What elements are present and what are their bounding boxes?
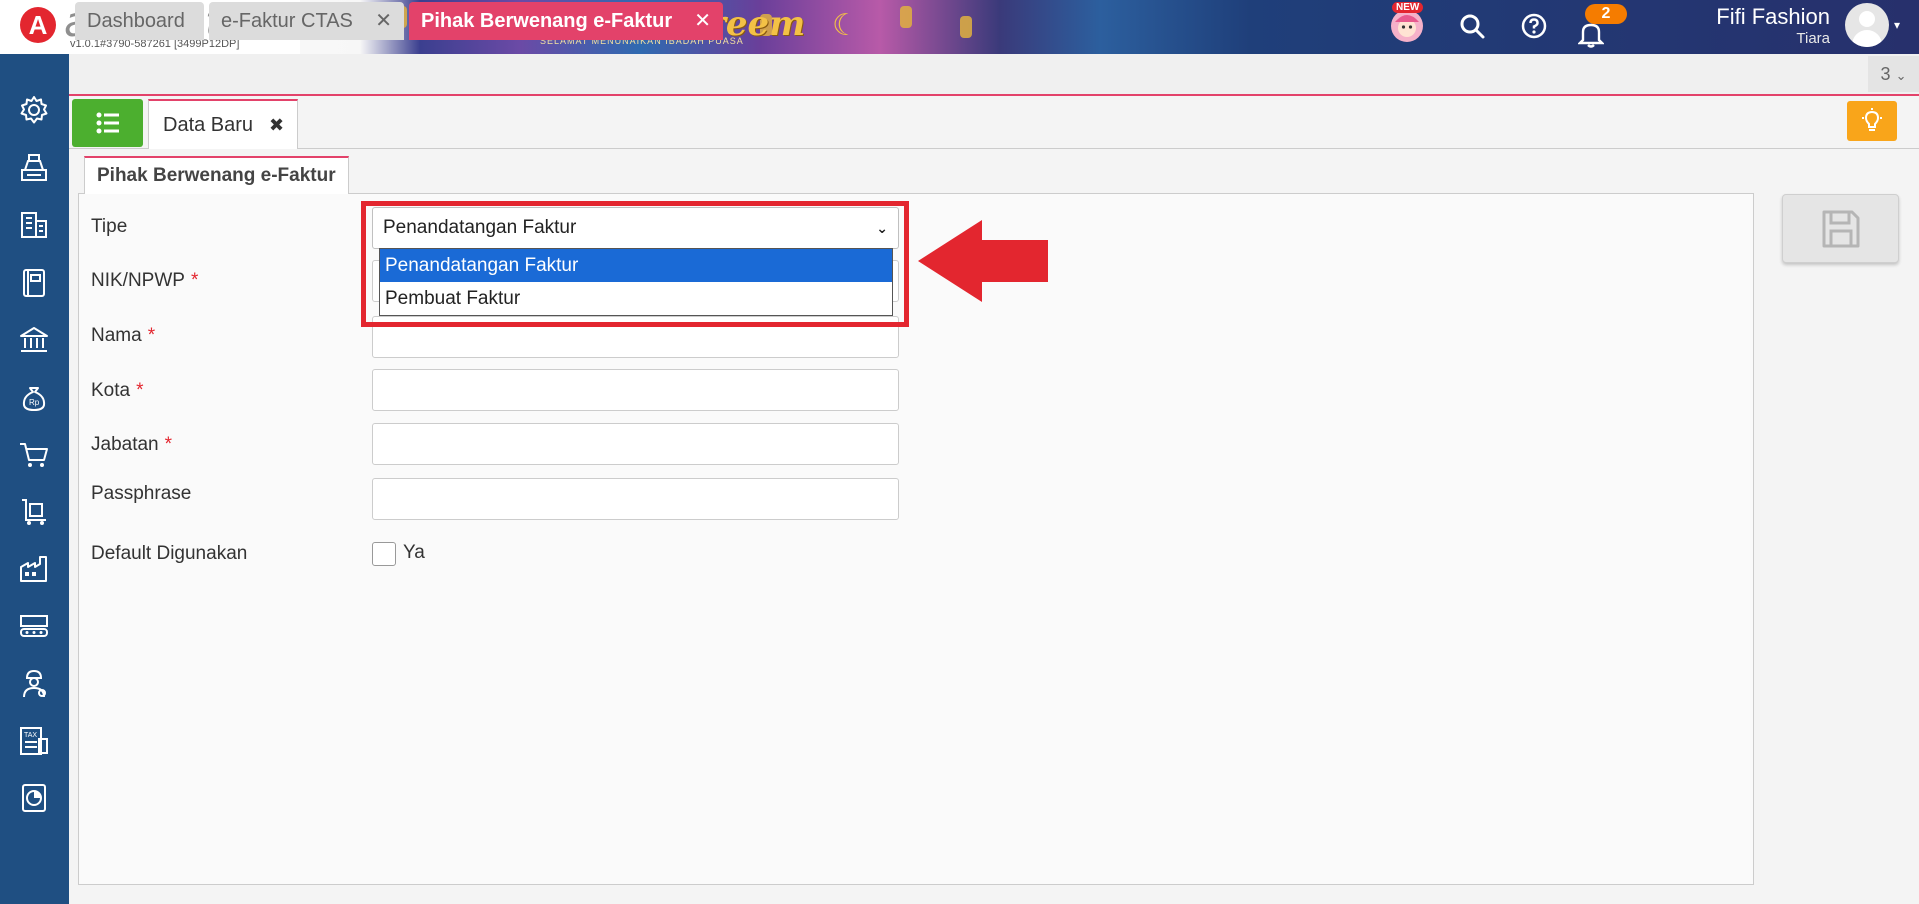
field-label: Nama — [91, 325, 142, 346]
passphrase-label: Passphrase — [91, 483, 192, 504]
avatar-body — [1852, 30, 1882, 47]
lightbulb-icon — [1862, 108, 1882, 131]
money-bag-icon: Rp — [22, 387, 46, 411]
company-name[interactable]: Fifi Fashion — [1660, 4, 1830, 30]
tips-button[interactable] — [1847, 101, 1897, 141]
svg-text:TAX: TAX — [24, 732, 37, 739]
sidebar-item-ledger[interactable] — [14, 263, 54, 303]
sidebar-item-purchase[interactable] — [14, 492, 54, 532]
user-name[interactable]: Tiara — [1660, 30, 1830, 47]
sidebar-item-company[interactable] — [14, 205, 54, 245]
worker-icon — [23, 669, 46, 698]
option-pembuat-faktur[interactable]: Pembuat Faktur — [380, 282, 892, 315]
truck-cart-icon — [22, 499, 46, 525]
required-mark: * — [147, 325, 156, 346]
lantern-icon — [900, 6, 912, 28]
avatar-head — [1859, 11, 1875, 27]
gear-icon — [20, 96, 48, 124]
lantern-icon — [960, 16, 972, 38]
floppy-disk-icon — [1822, 210, 1859, 247]
sidebar-item-pos[interactable] — [14, 148, 54, 188]
default-digunakan-label: Default Digunakan — [91, 543, 248, 564]
save-button[interactable] — [1782, 194, 1899, 263]
tab-label: Dashboard — [87, 10, 185, 32]
sidebar-item-bank[interactable] — [14, 320, 54, 360]
module-tab-strip — [69, 54, 1919, 96]
bank-icon — [20, 327, 48, 352]
tipe-dropdown-list: Penandatangan Faktur Pembuat Faktur — [379, 248, 893, 316]
jabatan-label: Jabatan * — [91, 434, 172, 456]
tax-icon: TAX — [20, 727, 48, 755]
sidebar-item-sales[interactable] — [14, 435, 54, 475]
required-mark: * — [164, 434, 173, 455]
open-tabs-dropdown[interactable]: 3 ⌄ — [1868, 56, 1919, 92]
nama-label: Nama * — [91, 325, 155, 347]
book-icon — [23, 269, 45, 297]
required-mark: * — [190, 270, 199, 291]
tab-dashboard[interactable]: Dashboard — [75, 2, 204, 40]
required-mark: * — [136, 380, 144, 401]
close-icon[interactable]: ✕ — [694, 2, 711, 40]
form-tab-title[interactable]: Pihak Berwenang e-Faktur — [84, 156, 349, 194]
tab-count: 3 — [1880, 64, 1891, 84]
nik-npwp-label: NIK/NPWP * — [91, 270, 198, 292]
tipe-selected-value: Penandatangan Faktur — [383, 217, 577, 238]
cash-register-icon — [21, 154, 47, 181]
jabatan-input[interactable] — [372, 423, 899, 465]
form-panel — [78, 193, 1754, 885]
sub-tab-bar — [69, 96, 1919, 149]
factory-icon — [20, 556, 47, 582]
tipe-label: Tipe — [91, 216, 128, 237]
tab-data-baru[interactable]: Data Baru ✖ — [148, 99, 298, 149]
sidebar-item-tax[interactable]: TAX — [14, 721, 54, 761]
chevron-down-icon: ⌄ — [1895, 68, 1907, 83]
sidebar-item-payment[interactable]: Rp — [14, 377, 54, 417]
option-penandatangan-faktur[interactable]: Penandatangan Faktur — [380, 249, 892, 282]
passphrase-input[interactable] — [372, 478, 899, 520]
report-icon — [22, 784, 46, 812]
search-icon[interactable] — [1452, 6, 1492, 46]
chevron-down-icon: ⌄ — [876, 220, 888, 236]
new-badge: NEW — [1392, 2, 1424, 13]
notification-badge: 2 — [1585, 4, 1627, 24]
chevron-down-icon[interactable]: ▾ — [1894, 18, 1900, 32]
crescent-moon-icon: ☾ — [832, 9, 859, 42]
default-checkbox[interactable] — [372, 542, 396, 566]
tab-pihak-berwenang[interactable]: Pihak Berwenang e-Faktur ✕ — [409, 2, 723, 40]
list-icon — [96, 112, 119, 134]
svg-text:Rp: Rp — [29, 398, 40, 407]
field-label: Kota — [91, 380, 131, 401]
building-icon — [21, 212, 47, 238]
tab-label: Pihak Berwenang e-Faktur — [421, 10, 673, 32]
sidebar-item-manufacture[interactable] — [14, 606, 54, 646]
checkbox-label-ya[interactable]: Ya — [403, 542, 425, 564]
tab-label: e-Faktur CTAS — [221, 10, 353, 32]
sidebar-item-settings[interactable] — [14, 90, 54, 130]
kota-label: Kota * — [91, 380, 144, 402]
cart-icon — [20, 443, 48, 467]
close-icon[interactable]: ✖ — [269, 101, 284, 149]
field-label: Jabatan — [91, 434, 159, 455]
sidebar-item-employee[interactable] — [14, 664, 54, 704]
annotation-arrow-icon — [918, 220, 1048, 302]
kota-input[interactable] — [372, 369, 899, 411]
sidebar: Rp TAX — [0, 54, 69, 904]
accurate-logo-icon[interactable]: A — [20, 7, 56, 43]
help-icon[interactable] — [1514, 6, 1554, 46]
production-line-icon — [20, 615, 48, 637]
sidebar-item-report[interactable] — [14, 778, 54, 818]
tab-efaktur-ctas[interactable]: e-Faktur CTAS ✕ — [209, 2, 404, 40]
sidebar-item-inventory[interactable] — [14, 549, 54, 589]
close-icon[interactable]: ✕ — [375, 2, 392, 40]
tipe-select[interactable]: Penandatangan Faktur ⌄ — [372, 207, 899, 249]
sub-tab-label: Data Baru — [163, 114, 254, 136]
user-avatar-icon[interactable] — [1845, 3, 1889, 47]
list-view-button[interactable] — [72, 99, 143, 147]
nama-input[interactable] — [372, 316, 899, 358]
field-label: NIK/NPWP — [91, 270, 185, 291]
